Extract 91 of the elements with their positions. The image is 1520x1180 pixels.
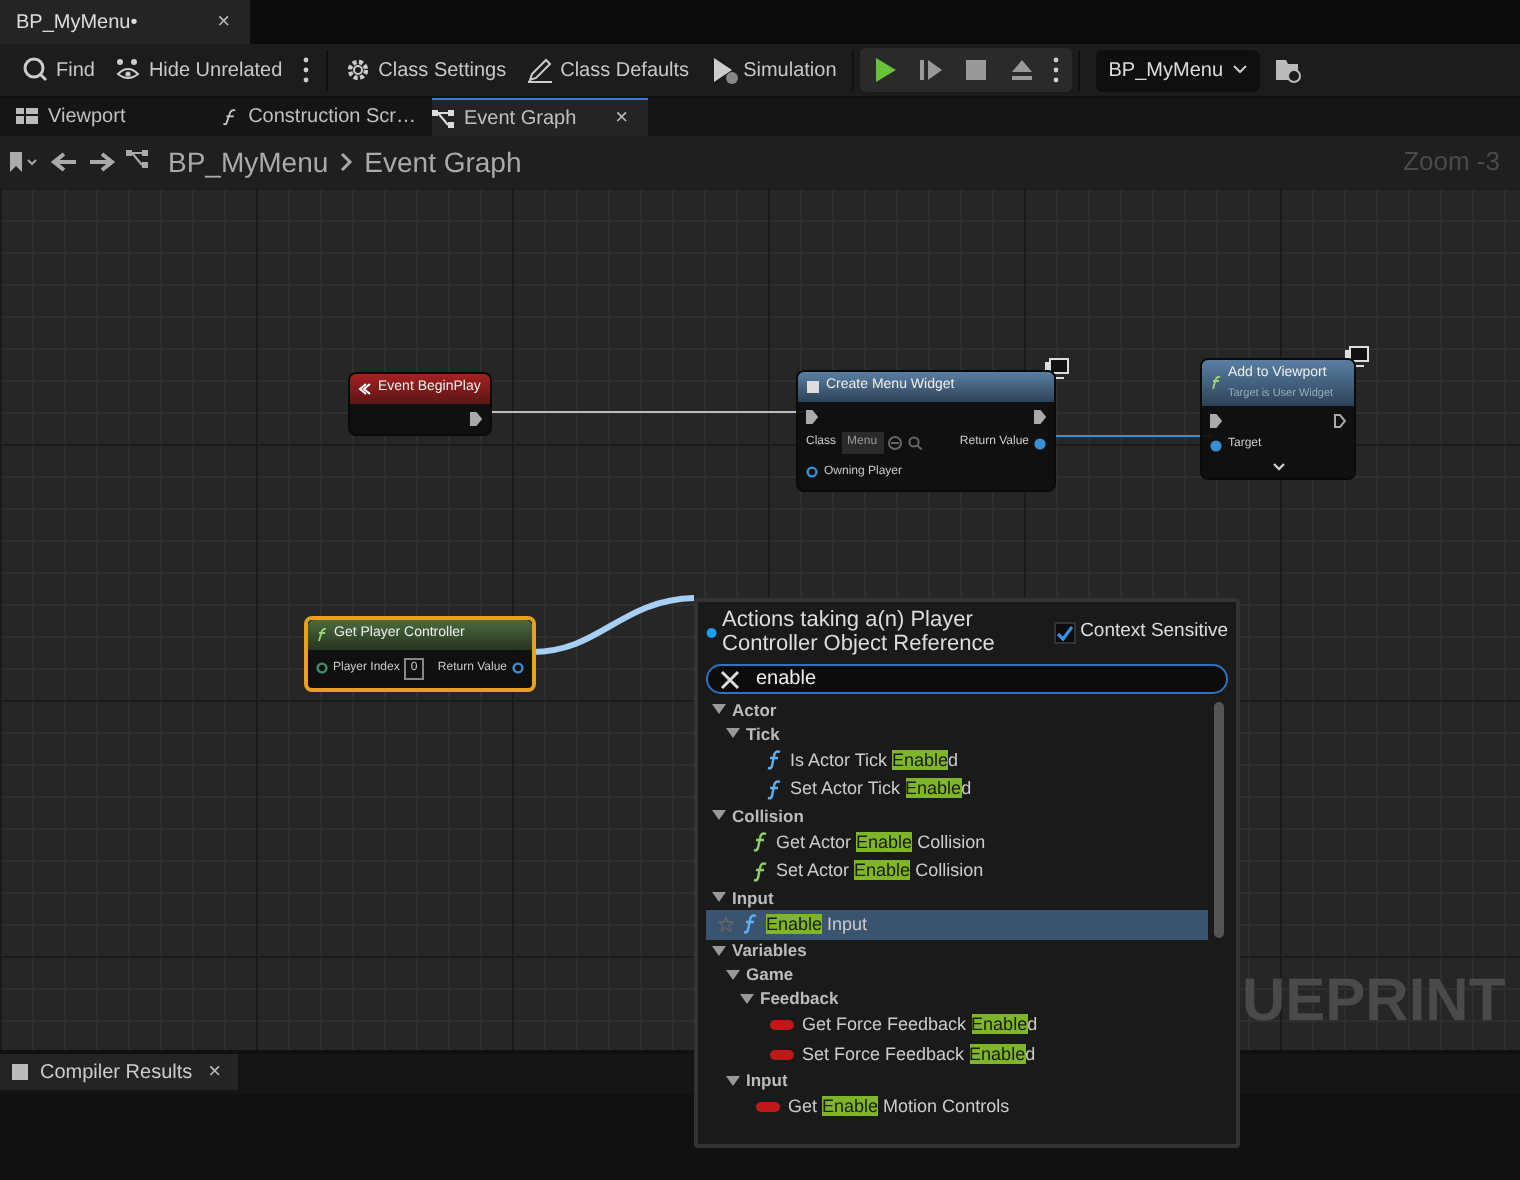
search-input[interactable]: enable: [756, 664, 1156, 695]
function-icon: [752, 832, 768, 853]
search-field[interactable]: enable: [706, 664, 1228, 695]
exec-pin-icon[interactable]: [806, 409, 818, 423]
expand-icon[interactable]: [1271, 461, 1285, 472]
pin-icon[interactable]: [1034, 437, 1046, 449]
panel-icon: [12, 1064, 28, 1080]
context-sensitive-checkbox[interactable]: Context Sensitive: [1053, 617, 1228, 647]
stop-icon: [962, 56, 991, 84]
exec-pin-icon[interactable]: [470, 411, 482, 425]
action-item[interactable]: Set Force Feedback Enabled: [706, 1040, 1208, 1070]
eye-icon: [114, 56, 143, 84]
close-icon[interactable]: ×: [611, 107, 632, 129]
function-icon: [222, 106, 239, 128]
chevron-down-icon: [1231, 64, 1248, 76]
more-icon: [302, 56, 311, 84]
more-icon: [1052, 56, 1061, 84]
variable-icon: [770, 1049, 794, 1060]
exec-pin-icon[interactable]: [1210, 413, 1222, 428]
action-item[interactable]: Get Actor Enable Collision: [706, 828, 1208, 858]
folder-icon: [1274, 56, 1303, 84]
action-item[interactable]: Get Force Feedback Enabled: [706, 1011, 1208, 1041]
action-item[interactable]: Enable Input: [706, 910, 1208, 940]
exec-pin-icon[interactable]: [1034, 409, 1046, 423]
close-icon[interactable]: ×: [204, 1061, 226, 1083]
clear-icon[interactable]: [720, 669, 740, 690]
simulation-icon: [709, 56, 738, 84]
graph-tab[interactable]: Construction Scr…: [222, 98, 432, 136]
bookmark-icon[interactable]: [8, 150, 40, 174]
toolbar-button[interactable]: Class Defaults: [516, 51, 700, 89]
close-button[interactable]: ×: [213, 11, 234, 33]
function-icon: [316, 627, 328, 642]
action-item[interactable]: Set Actor Tick Enabled: [706, 775, 1208, 805]
grid-icon: [16, 106, 38, 128]
function-icon: [766, 750, 782, 771]
variable-icon: [770, 1020, 794, 1031]
graph-tab[interactable]: Event Graph ×: [432, 98, 648, 136]
category-row[interactable]: Variables: [706, 939, 1208, 964]
event-icon: [358, 381, 372, 396]
pin-icon[interactable]: [512, 662, 524, 674]
debug-object-dropdown[interactable]: BP_MyMenu: [1096, 49, 1260, 91]
bottom-tab[interactable]: Compiler Results ×: [0, 1054, 238, 1090]
step-icon: [917, 56, 946, 84]
back-arrow-icon[interactable]: [50, 150, 78, 174]
action-item[interactable]: Is Actor Tick Enabled: [706, 746, 1208, 776]
category-row[interactable]: Input: [706, 1069, 1208, 1094]
tab-title: BP_MyMenu•: [16, 9, 138, 37]
toolbar-button[interactable]: Hide Unrelated: [104, 51, 293, 89]
triangle-icon: [726, 1075, 740, 1088]
function-icon: [752, 861, 768, 882]
toolbar-button[interactable]: Simulation: [699, 51, 847, 89]
play-icon: [872, 56, 901, 84]
chevron-right-icon: [338, 150, 355, 174]
search-icon: [22, 56, 50, 84]
pin-icon[interactable]: [806, 466, 818, 478]
triangle-icon: [712, 892, 726, 905]
pin-icon[interactable]: [316, 662, 328, 674]
category-row[interactable]: Tick: [706, 722, 1208, 747]
category-row[interactable]: Actor: [706, 698, 1208, 723]
pin-type-icon: [706, 623, 718, 642]
category-row[interactable]: Collision: [706, 804, 1208, 829]
star-icon[interactable]: [718, 916, 734, 933]
category-row[interactable]: Feedback: [706, 987, 1208, 1012]
breadcrumb-item[interactable]: Event Graph: [364, 141, 522, 183]
graph-tab[interactable]: Viewport: [0, 98, 210, 136]
triangle-icon: [712, 810, 726, 823]
menu-title: Actions taking a(n) Player Controller Object Reference: [722, 608, 997, 657]
widget-icon: [806, 379, 820, 394]
reset-icon[interactable]: [888, 436, 903, 450]
exec-pin-icon[interactable]: [1334, 413, 1346, 428]
document-tab[interactable]: BP_MyMenu• ×: [0, 0, 250, 44]
eject-icon: [1007, 56, 1036, 84]
forward-arrow-icon[interactable]: [88, 150, 116, 174]
function-icon: [766, 779, 782, 800]
action-item[interactable]: Get Enable Motion Controls: [706, 1093, 1208, 1123]
function-icon: [1210, 375, 1222, 390]
action-item[interactable]: Set Actor Enable Collision: [706, 857, 1208, 887]
variable-icon: [756, 1102, 780, 1113]
pencil-icon: [526, 56, 555, 84]
scrollbar[interactable]: [1214, 702, 1224, 939]
toolbar-button[interactable]: Find: [12, 51, 105, 89]
category-row[interactable]: Game: [706, 963, 1208, 988]
function-icon: [742, 914, 758, 935]
settings-icon: [344, 56, 373, 84]
search-icon[interactable]: [907, 436, 922, 450]
category-row[interactable]: Input: [706, 886, 1208, 911]
pin-icon[interactable]: [1210, 439, 1222, 452]
checkmark-icon[interactable]: [1055, 623, 1074, 642]
breadcrumb-item[interactable]: BP_MyMenu: [168, 141, 329, 183]
graph-icon: [432, 107, 454, 129]
toolbar-button[interactable]: Class Settings: [334, 51, 517, 89]
